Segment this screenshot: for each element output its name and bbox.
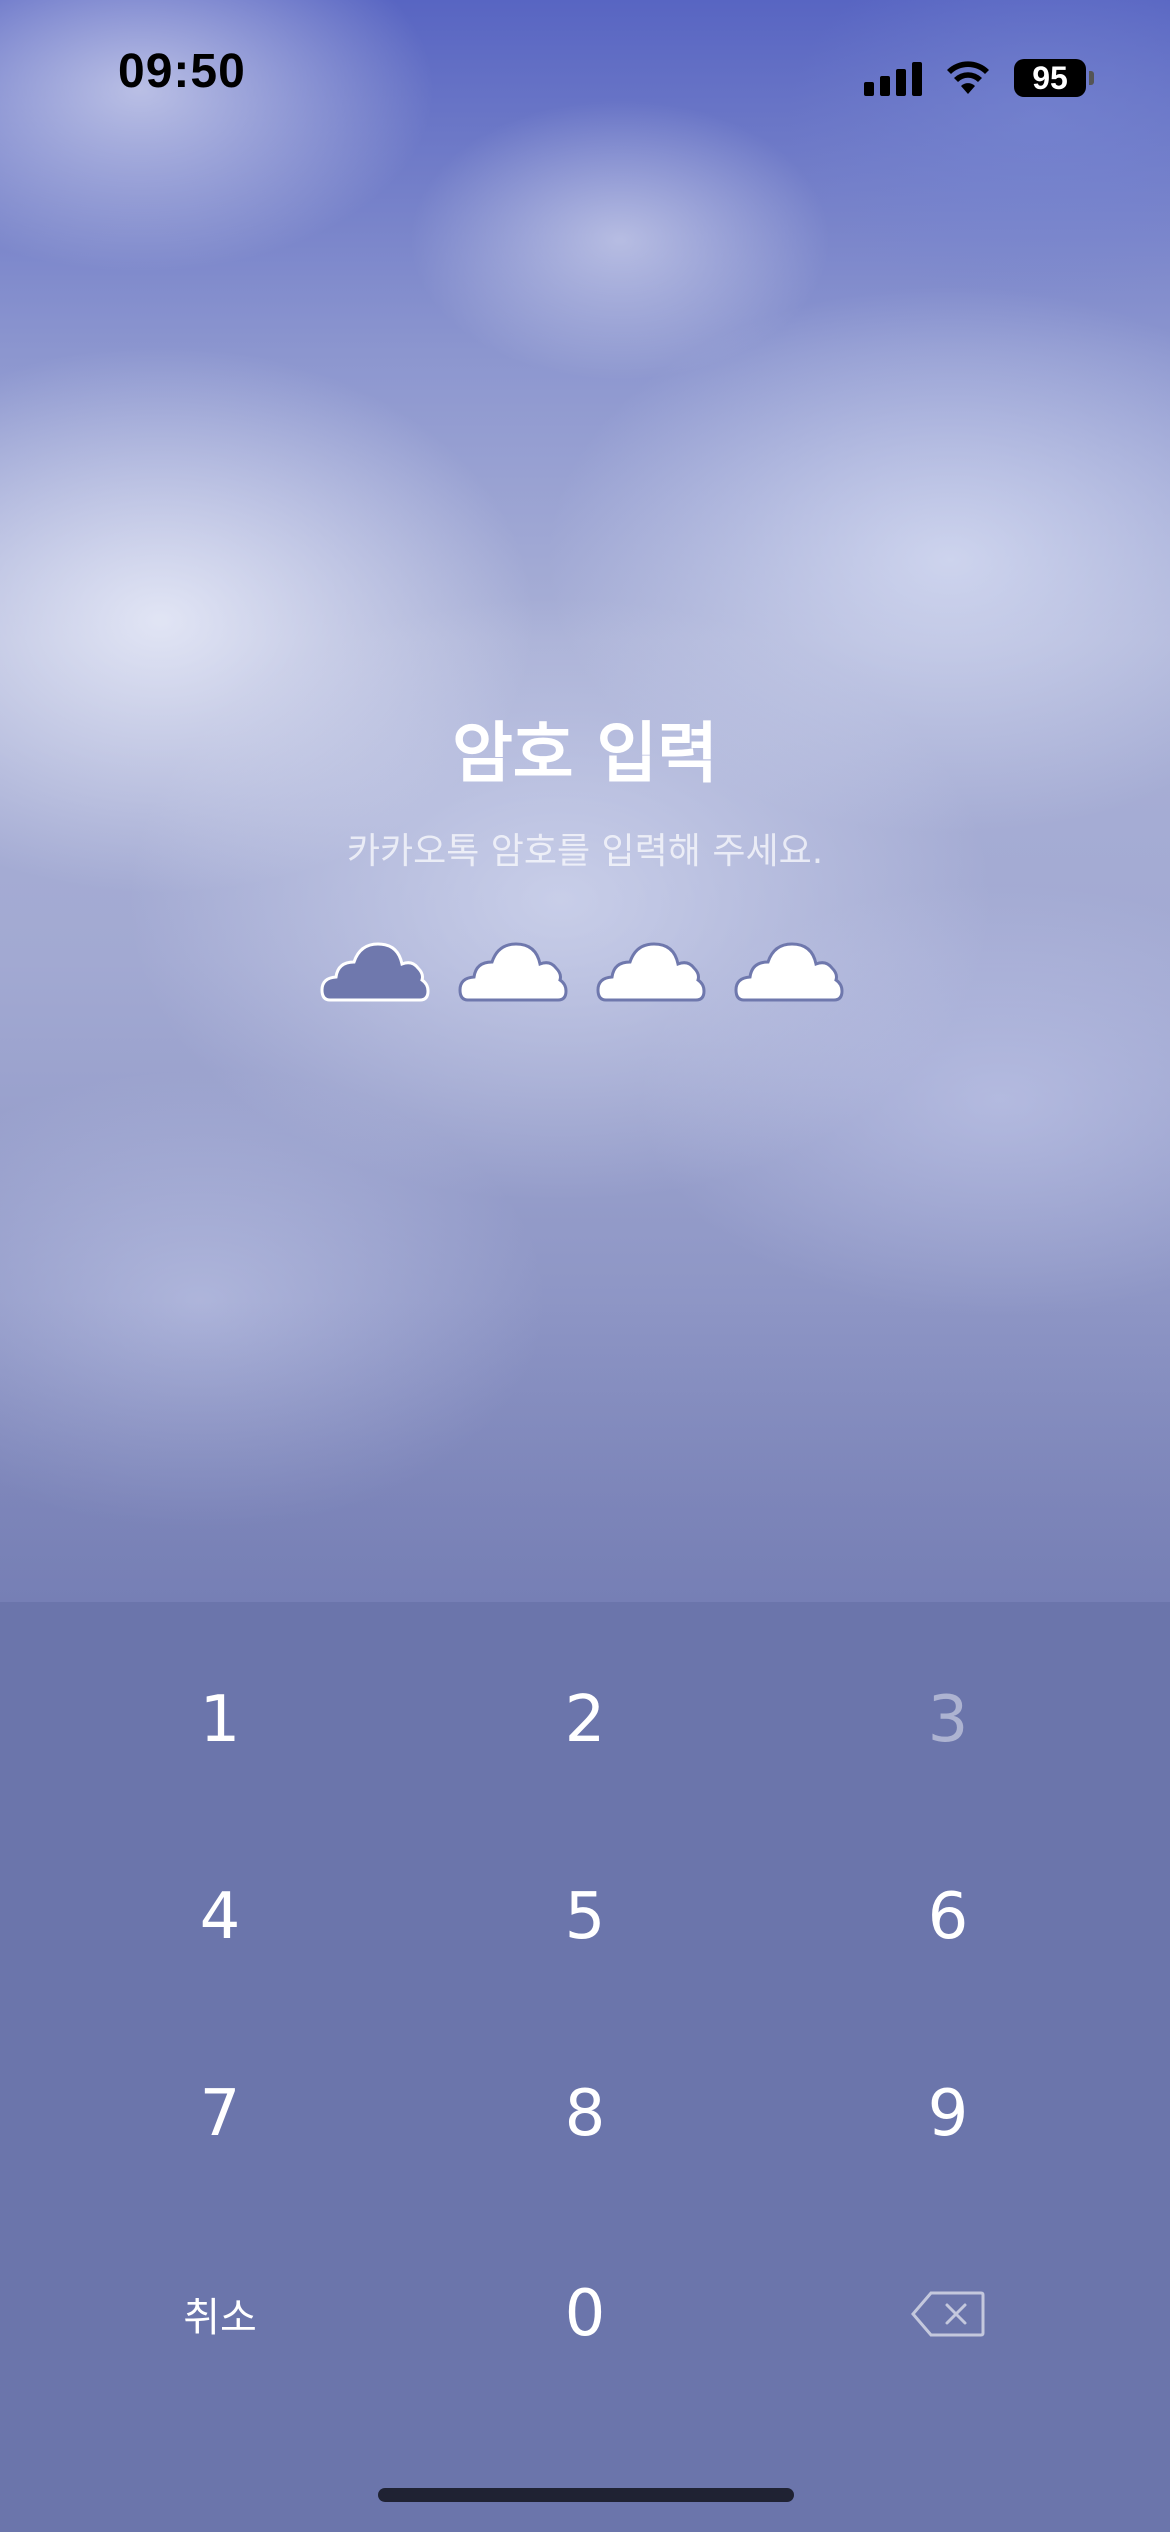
key-7[interactable]: 7 (70, 2039, 370, 2189)
status-time: 09:50 (118, 45, 246, 98)
key-0[interactable]: 0 (435, 2239, 735, 2389)
page-title: 암호 입력 (452, 715, 718, 792)
key-3[interactable]: 3 (798, 1645, 1098, 1795)
pin-cloud-icon (320, 942, 430, 1002)
key-6[interactable]: 6 (798, 1842, 1098, 1992)
status-bar: 09:50 95 (0, 0, 1170, 150)
passcode-screen: 09:50 95 암호 입력 카카오톡 암호를 입력해 주세요. 1 2 3 4… (0, 0, 1170, 2532)
key-9[interactable]: 9 (798, 2039, 1098, 2189)
key-5[interactable]: 5 (435, 1842, 735, 1992)
pin-cloud-icon (596, 942, 706, 1002)
status-icons: 95 (864, 56, 1094, 100)
pin-indicators (320, 934, 844, 1004)
numeric-keypad: 1 2 3 4 5 6 7 8 9 취소 0 (0, 1602, 1170, 2532)
cancel-button[interactable]: 취소 (70, 2239, 370, 2389)
key-1[interactable]: 1 (70, 1645, 370, 1795)
home-indicator[interactable] (378, 2488, 794, 2502)
pin-cloud-icon (734, 942, 844, 1002)
battery-icon: 95 (1014, 59, 1094, 97)
key-8[interactable]: 8 (435, 2039, 735, 2189)
backspace-icon (911, 2291, 985, 2337)
battery-level: 95 (1032, 60, 1068, 96)
cellular-signal-icon (864, 60, 922, 96)
page-subtitle: 카카오톡 암호를 입력해 주세요. (346, 831, 824, 872)
key-2[interactable]: 2 (435, 1645, 735, 1795)
pin-cloud-icon (458, 942, 568, 1002)
backspace-button[interactable] (798, 2239, 1098, 2389)
key-4[interactable]: 4 (70, 1842, 370, 1992)
wifi-icon (947, 61, 989, 94)
